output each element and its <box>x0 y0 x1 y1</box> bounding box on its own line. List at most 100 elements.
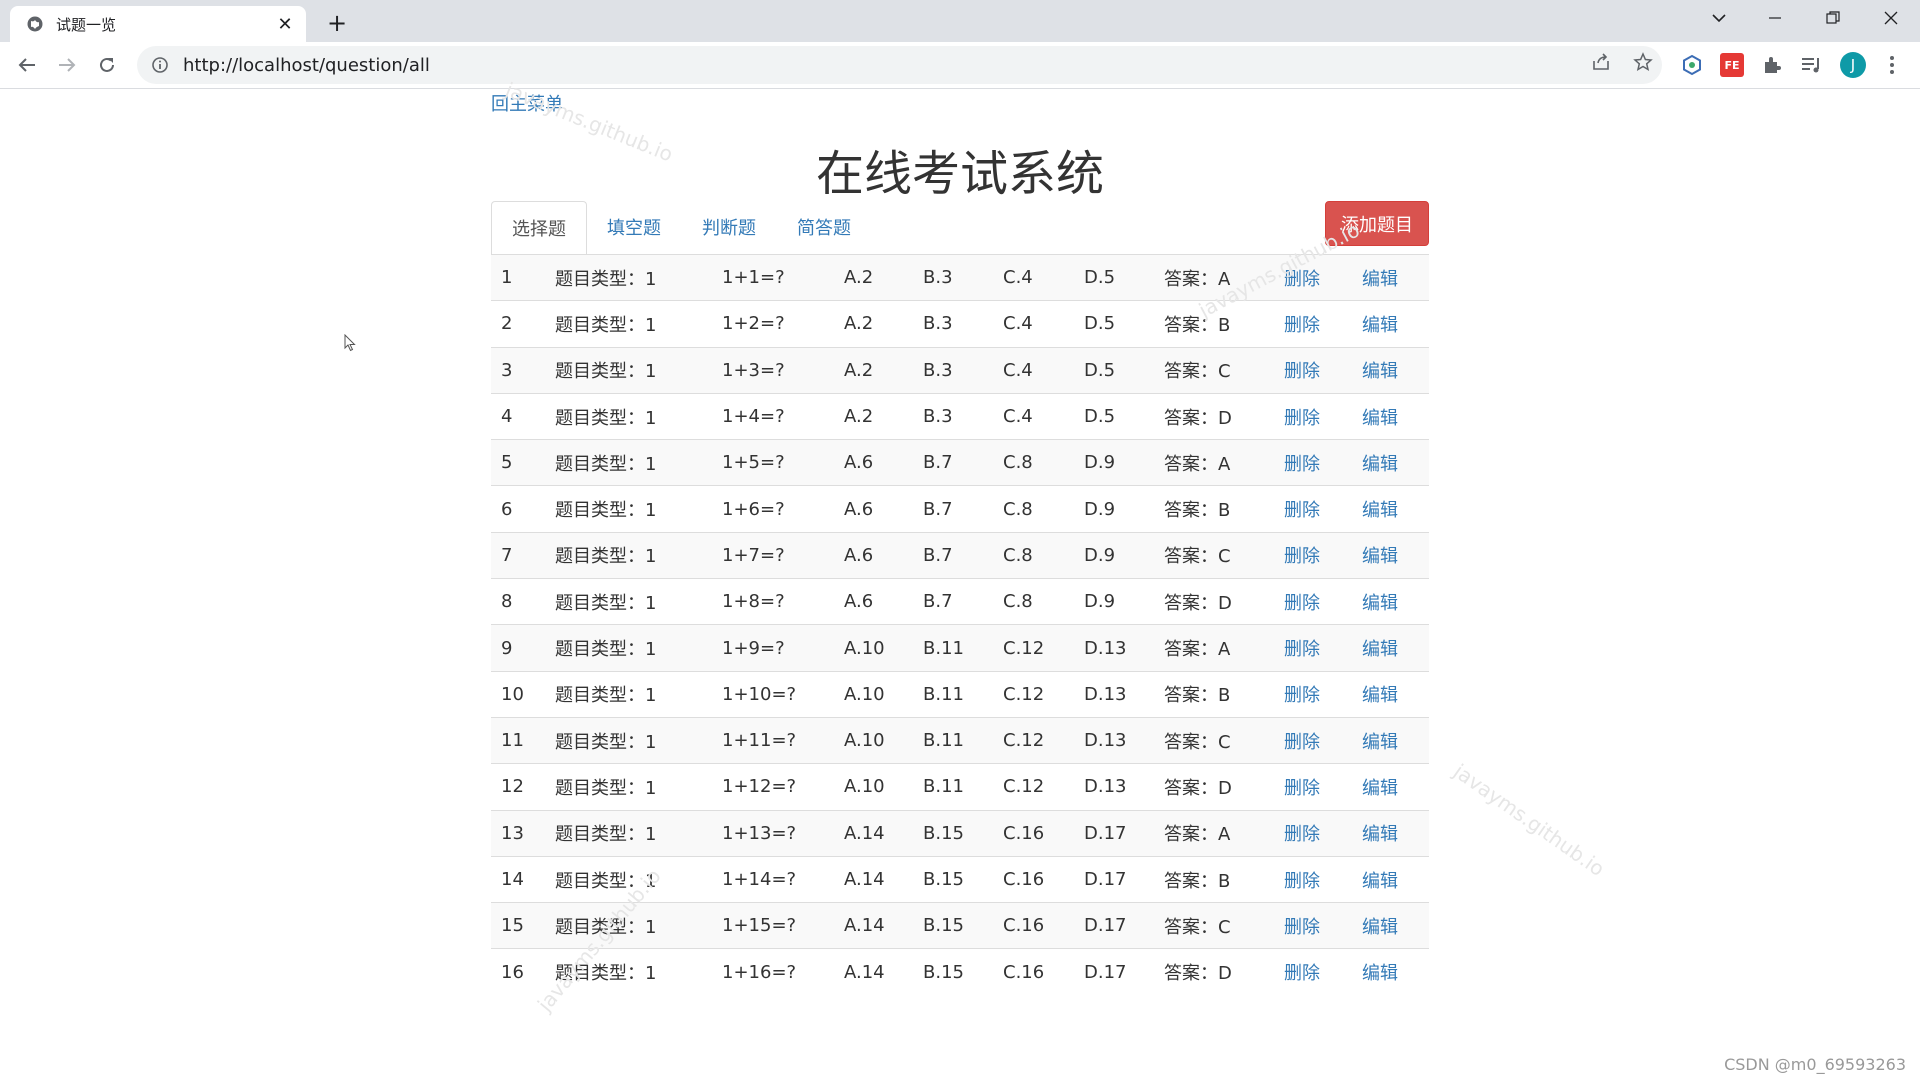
edit-link[interactable]: 编辑 <box>1362 917 1398 938</box>
edit-link[interactable]: 编辑 <box>1362 685 1398 706</box>
delete-link[interactable]: 删除 <box>1284 593 1320 614</box>
question-id: 13 <box>491 809 545 857</box>
delete-link[interactable]: 删除 <box>1284 361 1320 382</box>
option-d: D.17 <box>1074 948 1154 996</box>
answer-text: 答案：A <box>1154 809 1274 857</box>
delete-link[interactable]: 删除 <box>1284 269 1320 290</box>
answer-text: 答案：B <box>1154 855 1274 903</box>
delete-link[interactable]: 删除 <box>1284 454 1320 475</box>
table-row: 14 题目类型：1 1+14=? A.14 B.15 C.16 D.17 答案：B 删除 编辑 <box>491 855 1429 903</box>
reading-list-icon[interactable] <box>1800 53 1824 77</box>
option-b: B.11 <box>913 716 993 764</box>
option-a: A.6 <box>834 531 913 579</box>
tab-true-false[interactable]: 判断题 <box>682 201 776 253</box>
edit-link[interactable]: 编辑 <box>1362 593 1398 614</box>
question-id: 6 <box>491 485 545 533</box>
reload-icon[interactable] <box>94 52 120 78</box>
edit-link[interactable]: 编辑 <box>1362 963 1398 984</box>
tab-search-icon[interactable] <box>1696 0 1742 36</box>
csdn-credit: CSDN @m0_69593263 <box>1724 1055 1906 1074</box>
edit-cell: 编辑 <box>1352 485 1429 533</box>
site-info-icon[interactable] <box>151 56 169 74</box>
option-a: A.2 <box>834 346 913 394</box>
delete-link[interactable]: 删除 <box>1284 546 1320 567</box>
edit-link[interactable]: 编辑 <box>1362 778 1398 799</box>
browser-tab-bar: 试题一览 ✕ + <box>0 0 1920 42</box>
delete-link[interactable]: 删除 <box>1284 963 1320 984</box>
delete-link[interactable]: 删除 <box>1284 408 1320 429</box>
fe-extension-icon[interactable]: FE <box>1720 53 1744 77</box>
question-id: 2 <box>491 300 545 348</box>
question-text: 1+4=? <box>712 392 834 440</box>
extension-hex-icon[interactable] <box>1680 53 1704 77</box>
more-menu-icon[interactable] <box>1880 53 1904 77</box>
edit-link[interactable]: 编辑 <box>1362 408 1398 429</box>
edit-link[interactable]: 编辑 <box>1362 546 1398 567</box>
answer-text: 答案：C <box>1154 531 1274 579</box>
edit-link[interactable]: 编辑 <box>1362 269 1398 290</box>
delete-cell: 删除 <box>1274 670 1352 718</box>
option-a: A.6 <box>834 578 913 625</box>
restore-icon[interactable] <box>1810 0 1856 36</box>
option-b: B.15 <box>913 855 993 903</box>
edit-link[interactable]: 编辑 <box>1362 732 1398 753</box>
add-question-button[interactable]: 添加题目 <box>1325 201 1429 246</box>
mouse-cursor-icon <box>344 334 356 352</box>
extensions-puzzle-icon[interactable] <box>1760 53 1784 77</box>
delete-link[interactable]: 删除 <box>1284 917 1320 938</box>
minimize-icon[interactable] <box>1752 0 1798 36</box>
question-text: 1+13=? <box>712 809 834 857</box>
delete-link[interactable]: 删除 <box>1284 315 1320 336</box>
bookmark-star-icon[interactable] <box>1632 51 1654 73</box>
option-c: C.16 <box>993 855 1074 903</box>
option-d: D.17 <box>1074 902 1154 949</box>
edit-link[interactable]: 编辑 <box>1362 500 1398 521</box>
delete-cell: 删除 <box>1274 300 1352 348</box>
close-tab-icon[interactable]: ✕ <box>274 13 296 35</box>
delete-link[interactable]: 删除 <box>1284 685 1320 706</box>
question-type-tabs: 选择题 填空题 判断题 简答题 <box>491 201 1429 255</box>
edit-link[interactable]: 编辑 <box>1362 315 1398 336</box>
option-c: C.8 <box>993 439 1074 486</box>
edit-link[interactable]: 编辑 <box>1362 639 1398 660</box>
tab-choice[interactable]: 选择题 <box>491 201 587 255</box>
tab-fill-blank[interactable]: 填空题 <box>587 201 681 253</box>
option-c: C.16 <box>993 809 1074 857</box>
back-to-menu-link[interactable]: 回主菜单 <box>491 90 563 116</box>
edit-cell: 编辑 <box>1352 578 1429 625</box>
answer-text: 答案：D <box>1154 948 1274 996</box>
browser-tab[interactable]: 试题一览 ✕ <box>10 6 306 42</box>
delete-link[interactable]: 删除 <box>1284 778 1320 799</box>
delete-link[interactable]: 删除 <box>1284 500 1320 521</box>
question-type: 题目类型：1 <box>545 948 712 996</box>
profile-avatar[interactable]: J <box>1840 52 1866 78</box>
edit-cell: 编辑 <box>1352 300 1429 348</box>
tab-short-answer[interactable]: 简答题 <box>777 201 871 253</box>
option-d: D.9 <box>1074 578 1154 625</box>
delete-link[interactable]: 删除 <box>1284 732 1320 753</box>
address-bar[interactable]: http://localhost/question/all <box>137 46 1662 84</box>
answer-text: 答案：B <box>1154 670 1274 718</box>
forward-arrow-icon[interactable] <box>54 52 80 78</box>
edit-cell: 编辑 <box>1352 855 1429 903</box>
question-table: 1 题目类型：1 1+1=? A.2 B.3 C.4 D.5 答案：A 删除 编辑 2 题目类型：1 1… <box>491 253 1429 996</box>
edit-link[interactable]: 编辑 <box>1362 361 1398 382</box>
edit-link[interactable]: 编辑 <box>1362 871 1398 892</box>
edit-link[interactable]: 编辑 <box>1362 824 1398 845</box>
delete-cell: 删除 <box>1274 485 1352 533</box>
delete-link[interactable]: 删除 <box>1284 639 1320 660</box>
new-tab-button[interactable]: + <box>324 9 350 37</box>
answer-text: 答案：C <box>1154 346 1274 394</box>
close-window-icon[interactable] <box>1868 0 1914 36</box>
question-text: 1+10=? <box>712 670 834 718</box>
question-type: 题目类型：1 <box>545 809 712 857</box>
option-d: D.9 <box>1074 531 1154 579</box>
question-type: 题目类型：1 <box>545 624 712 672</box>
edit-link[interactable]: 编辑 <box>1362 454 1398 475</box>
question-id: 15 <box>491 902 545 949</box>
delete-link[interactable]: 删除 <box>1284 871 1320 892</box>
share-icon[interactable] <box>1590 51 1612 73</box>
question-type: 题目类型：1 <box>545 392 712 440</box>
delete-link[interactable]: 删除 <box>1284 824 1320 845</box>
back-arrow-icon[interactable] <box>14 52 40 78</box>
